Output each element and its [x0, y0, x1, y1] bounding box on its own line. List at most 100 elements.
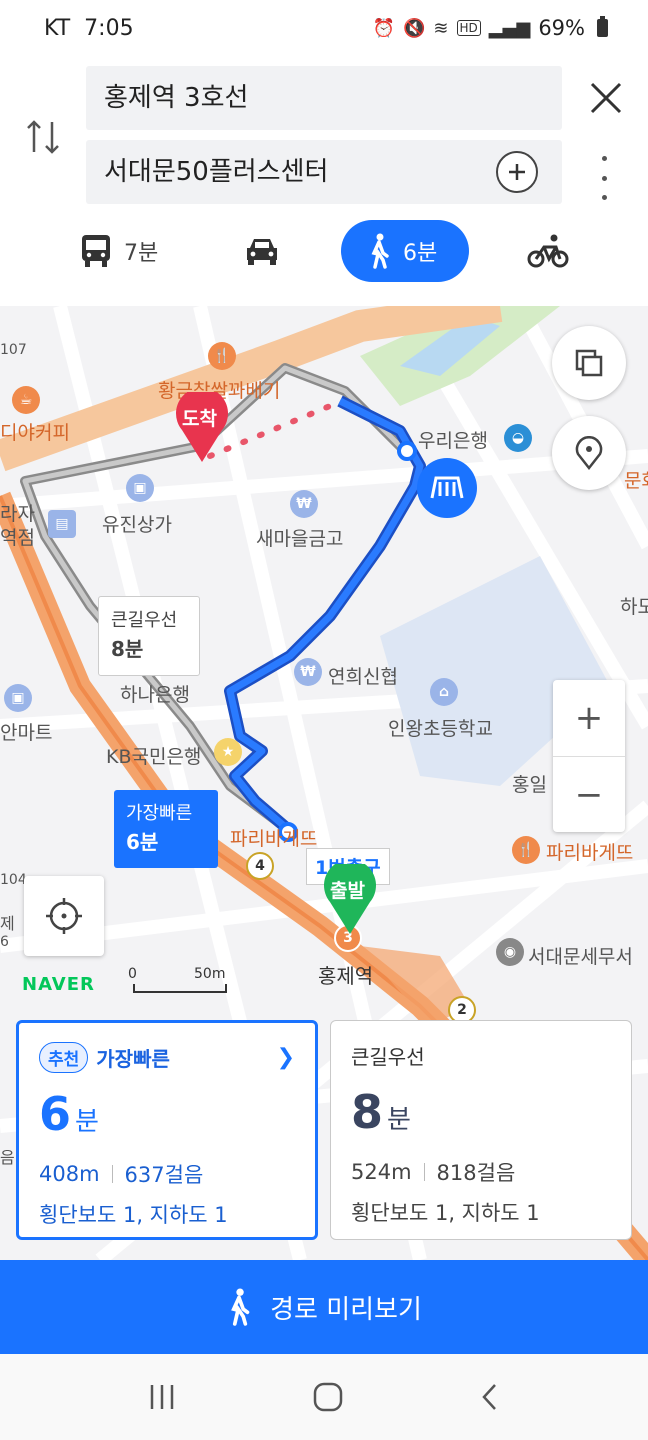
- route-options: 추천 가장빠른 ❯ 6 분 408m 637걸음 횡단보도 1, 지하도 1 큰…: [0, 1014, 648, 1260]
- battery-percent: 69%: [538, 16, 585, 40]
- government-icon: ◉: [496, 938, 524, 966]
- recent-apps-icon[interactable]: [147, 1383, 177, 1411]
- tab-bus-label: 7분: [124, 241, 159, 266]
- preview-label: 경로 미리보기: [270, 1294, 422, 1325]
- back-icon[interactable]: [479, 1382, 501, 1412]
- map-label: 새마을금고: [256, 528, 344, 550]
- plus-icon: [509, 164, 525, 180]
- tab-walk[interactable]: 6분: [341, 220, 469, 282]
- route-detail: 횡단보도 1, 지하도 1: [351, 1201, 540, 1225]
- map-label: 제: [0, 914, 15, 933]
- map-label: 파리바게뜨: [230, 828, 318, 850]
- route-detail: 횡단보도 1, 지하도 1: [39, 1203, 228, 1227]
- route-title: 큰길우선: [351, 1044, 425, 1069]
- map-label: 홍제역: [318, 964, 374, 988]
- route-steps: 818걸음: [436, 1161, 516, 1185]
- tab-walk-label: 6분: [403, 241, 438, 266]
- bank-icon: ₩: [294, 658, 322, 686]
- saved-places-button[interactable]: [552, 416, 626, 490]
- restaurant-icon: 🍴: [512, 836, 540, 864]
- route-time-unit: 분: [387, 1105, 411, 1135]
- route-distance: 408m: [39, 1162, 100, 1186]
- store-icon: ▤: [48, 510, 76, 538]
- restaurant-icon: 🍴: [208, 342, 236, 370]
- map-label: 하나은행: [120, 684, 190, 706]
- scale-label: 50m: [194, 966, 226, 982]
- zoom-controls: + −: [553, 680, 625, 832]
- signal-icon: ▂▄▆: [488, 17, 531, 39]
- route-steps: 637걸음: [124, 1163, 204, 1187]
- layers-button[interactable]: [552, 326, 626, 400]
- clock: 7:05: [84, 15, 134, 41]
- layers-icon: [575, 349, 603, 377]
- route-search-header: 홍제역 3호선 서대문50플러스센터 7분 6분: [0, 56, 648, 306]
- callout-title: 큰길우선: [111, 610, 178, 631]
- school-icon: ⌂: [430, 678, 458, 706]
- callout-time: 6분: [126, 830, 159, 854]
- more-menu-icon[interactable]: [596, 156, 612, 200]
- route-callout-main-road[interactable]: 큰길우선 8분: [98, 596, 200, 676]
- transport-mode-tabs: 7분 6분: [0, 220, 648, 282]
- origin-field[interactable]: 홍제역 3호선: [86, 66, 562, 130]
- current-location-button[interactable]: [24, 876, 104, 956]
- callout-time: 8분: [111, 637, 144, 661]
- route-preview-button[interactable]: 경로 미리보기: [0, 1260, 648, 1354]
- swap-icon[interactable]: [24, 112, 64, 162]
- map-label: 디야커피: [0, 422, 70, 444]
- tab-car[interactable]: [244, 220, 280, 282]
- kb-bank-icon: ★: [214, 738, 242, 766]
- arrival-label: 도착: [182, 408, 217, 430]
- add-waypoint-button[interactable]: [496, 151, 538, 193]
- zoom-in-button[interactable]: +: [553, 680, 625, 756]
- home-icon[interactable]: [312, 1381, 344, 1413]
- tab-bike[interactable]: [526, 220, 570, 282]
- route-card-main-road[interactable]: 큰길우선 8 분 524m 818걸음 횡단보도 1, 지하도 1: [330, 1020, 632, 1240]
- map-label: 홍일: [512, 774, 547, 796]
- zoom-out-button[interactable]: −: [553, 757, 625, 833]
- scale-bar: 0 50m: [128, 966, 225, 982]
- mute-icon: 🔇: [403, 17, 426, 39]
- map-label: 우리은행: [418, 430, 488, 452]
- map-label: 문화: [624, 470, 648, 492]
- recommended-badge: 추천: [39, 1041, 89, 1073]
- map-label: KB국민은행: [106, 746, 202, 768]
- walk-icon: [371, 233, 389, 269]
- divider: [423, 1163, 425, 1181]
- shopping-icon: ▣: [4, 684, 32, 712]
- map-label: 104: [0, 872, 27, 888]
- destination-text: 서대문50플러스센터: [104, 157, 329, 187]
- route-callout-fastest[interactable]: 가장빠른 6분: [114, 790, 218, 868]
- route-time-value: 8: [351, 1085, 384, 1139]
- carrier-label: KT: [44, 15, 71, 41]
- status-bar: KT 7:05 ⏰ 🔇 ≋ HD ▂▄▆ 69%: [0, 0, 648, 56]
- route-time-unit: 분: [75, 1107, 99, 1137]
- car-icon: [247, 239, 277, 265]
- map-label: 인왕초등학교: [388, 718, 493, 740]
- close-icon[interactable]: [584, 76, 628, 120]
- route-time-value: 6: [39, 1087, 72, 1141]
- map-label: 연희신협: [328, 666, 398, 688]
- route-title: 가장빠른: [96, 1046, 170, 1071]
- bank-icon: ◒: [504, 424, 532, 452]
- map-label: 107: [0, 342, 27, 358]
- route-distance: 524m: [351, 1160, 412, 1184]
- tab-bus[interactable]: 7분: [80, 220, 158, 282]
- map-label: 유진상가: [102, 514, 172, 536]
- crosshair-icon: [46, 898, 82, 934]
- alarm-icon: ⏰: [372, 17, 395, 39]
- wifi-icon: ≋: [433, 17, 449, 39]
- exit-number-icon: 4: [246, 852, 274, 880]
- bike-icon: [527, 234, 569, 268]
- chevron-right-icon[interactable]: ❯: [277, 1045, 295, 1070]
- map-label: 하도: [620, 596, 648, 618]
- map-label: 안마트: [0, 722, 53, 744]
- route-card-fastest[interactable]: 추천 가장빠른 ❯ 6 분 408m 637걸음 횡단보도 1, 지하도 1: [16, 1020, 318, 1240]
- bus-icon: [82, 235, 110, 267]
- map-label: 6: [0, 934, 9, 950]
- cafe-icon: ☕: [12, 386, 40, 414]
- walk-icon: [231, 1288, 250, 1326]
- bank-icon: ₩: [290, 490, 318, 518]
- departure-label: 출발: [330, 880, 365, 902]
- destination-field[interactable]: 서대문50플러스센터: [86, 140, 562, 204]
- system-nav-bar: [0, 1354, 648, 1440]
